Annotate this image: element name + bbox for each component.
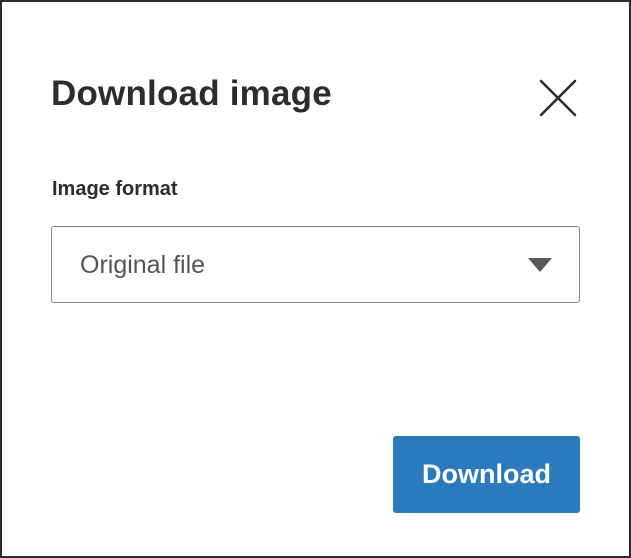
dialog-title: Download image — [51, 74, 332, 113]
close-button[interactable] — [534, 74, 582, 122]
close-icon — [539, 79, 577, 117]
selected-format-value: Original file — [80, 251, 206, 279]
image-format-select[interactable]: Original file — [51, 226, 580, 303]
image-format-label: Image format — [52, 178, 178, 200]
caret-down-icon — [528, 258, 552, 272]
download-button[interactable]: Download — [393, 436, 580, 513]
download-image-dialog: Download image Image format Original fil… — [0, 0, 631, 558]
